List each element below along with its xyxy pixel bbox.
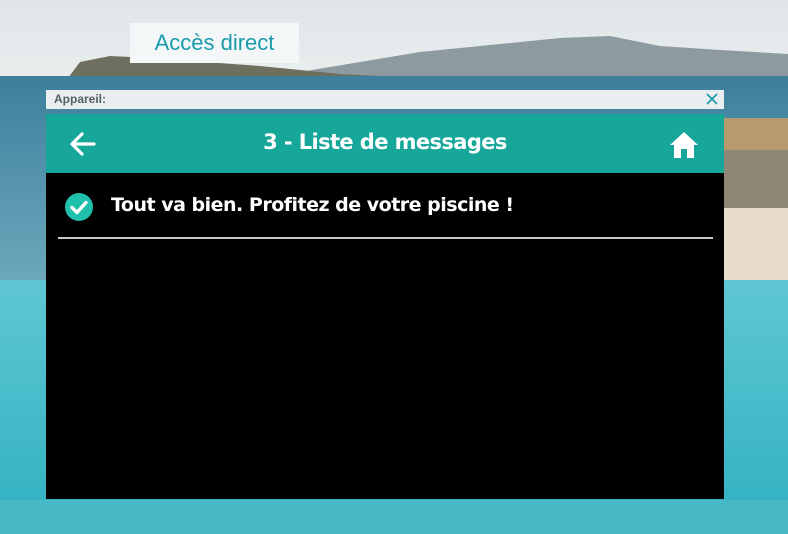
screen-title: 3 - Liste de messages [263,130,507,154]
message-item: Tout va bien. Profitez de votre piscine … [58,186,712,234]
message-text: Tout va bien. Profitez de votre piscine … [111,194,514,216]
device-bar: Appareil: [46,90,724,109]
screen-header: 3 - Liste de messages [46,114,724,173]
device-screen: 3 - Liste de messages Tout va bien. Prof… [46,114,724,499]
home-icon[interactable] [668,130,700,160]
check-circle-icon [65,193,93,221]
access-direct-tab[interactable]: Accès direct [130,23,299,63]
message-divider [58,237,713,239]
close-icon[interactable] [704,91,720,107]
device-label: Appareil: [54,92,107,106]
